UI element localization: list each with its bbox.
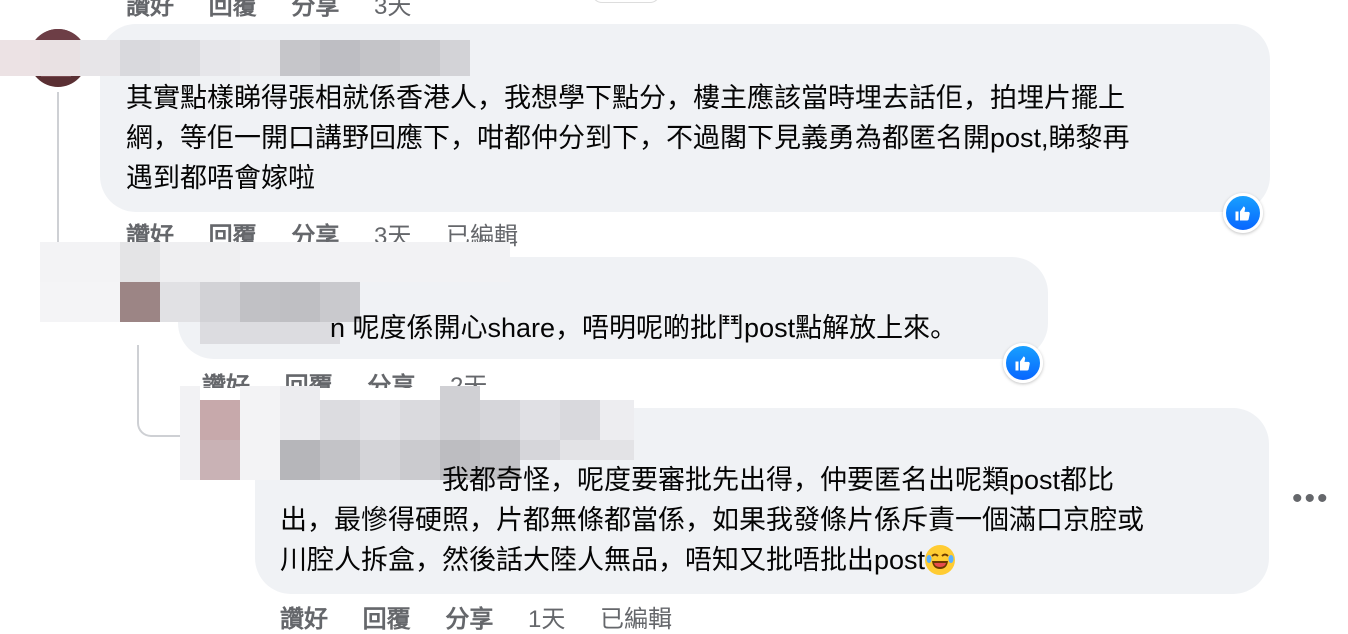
blurred-author-name[interactable]: [0, 40, 470, 76]
avatar[interactable]: [120, 282, 160, 322]
comment-actions: 讚好 回覆 分享 1天 已編輯: [280, 599, 700, 634]
reaction-badge-partial: [592, 0, 660, 3]
like-link[interactable]: 讚好: [280, 606, 328, 633]
comment-text-line: 我都奇怪，呢度要審批先出得，仲要匿名出呢類post都比: [442, 465, 1115, 495]
timestamp[interactable]: 1天: [528, 606, 565, 633]
laughing-emoji-icon: [925, 545, 956, 575]
more-options-icon[interactable]: •••: [1292, 482, 1330, 516]
comment-text: 川腔人拆盒，然後話大陸人無品，唔知又批唔批出post: [280, 545, 926, 575]
comment-text-line: 出，最慘得硬照，片都無條都當係，如果我發條片係斥責一個滿口京腔或: [280, 505, 1144, 535]
timestamp[interactable]: 3天: [374, 0, 411, 20]
comment-text-line-with-emoji: 川腔人拆盒，然後話大陸人無品，唔知又批唔批出post: [280, 540, 956, 581]
share-link[interactable]: 分享: [291, 0, 339, 20]
comment-text-line: 網，等佢一開口講野回應下，咁都仲分到下，不過閣下見義勇為都匿名開post,睇黎再: [126, 123, 1130, 153]
like-thumb-icon: [1235, 206, 1250, 221]
avatar[interactable]: [200, 400, 240, 440]
like-thumb-icon: [1015, 356, 1030, 371]
comment-text-line: 其實點樣睇得張相就係香港人，我想學下點分，樓主應該當時埋去話佢，拍埋片擺上: [126, 83, 1125, 113]
like-reaction-badge[interactable]: [1223, 193, 1263, 233]
comment-text-line: 遇到都唔會嫁啦: [126, 163, 315, 193]
comment-actions: 讚好 回覆 分享 2天: [202, 366, 515, 388]
share-link[interactable]: 分享: [445, 606, 493, 633]
like-link[interactable]: 讚好: [126, 0, 174, 20]
edited-label: 已編輯: [600, 606, 673, 633]
top-comment-actions: 讚好 回覆 分享 3天: [126, 0, 439, 21]
reply-link[interactable]: 回覆: [209, 0, 257, 20]
comment-text-line: n 呢度係開心share，唔明呢啲批鬥post點解放上來。: [330, 313, 958, 343]
like-reaction-badge[interactable]: [1003, 343, 1043, 383]
reply-link[interactable]: 回覆: [363, 606, 411, 633]
